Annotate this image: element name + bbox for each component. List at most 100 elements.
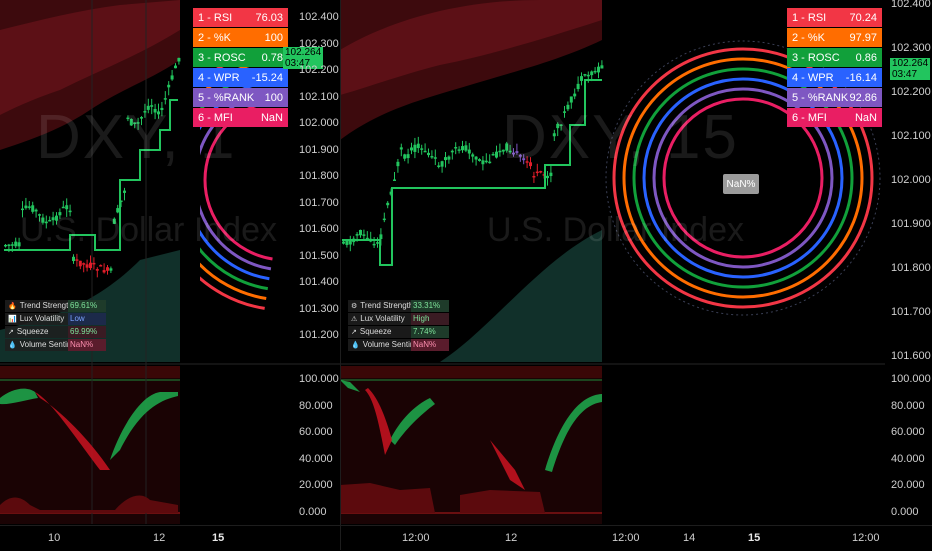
stat-label: Volume Sentiment [362, 340, 411, 349]
oscillator-value: 76.03 [255, 11, 283, 24]
right-chart-pane[interactable]: DXY, 15 U.S. Dollar Index NaN% 1 - RSI 70… [340, 0, 885, 550]
candle-body [109, 268, 113, 271]
oscillator-value: NaN [260, 111, 283, 124]
price-axis-label: 101.700 [299, 196, 339, 209]
price-axis-label: 102.000 [299, 117, 339, 129]
price-axis-label: 101.700 [891, 306, 931, 318]
time-axis-label: 12:00 [612, 532, 640, 544]
stat-name: 📊 Lux Volatility [5, 312, 68, 325]
candle-body [484, 160, 488, 163]
oscillator-value: 97.97 [849, 31, 877, 44]
oscillator-label: 1 - RSI [198, 11, 233, 24]
candle-body [495, 151, 498, 158]
candle-body [345, 240, 349, 245]
candle-body [89, 262, 92, 269]
candle-body [21, 208, 24, 211]
subtitle-watermark: U.S. Dollar Index [20, 211, 277, 249]
candle-body [600, 65, 604, 69]
oscillator-row: 3 - ROSC 0.86 [787, 48, 882, 67]
stat-value: NaN% [411, 338, 449, 351]
osc-axis-label: 100.000 [891, 373, 931, 385]
time-axis[interactable]: 10 12 15 12:00 12 12:00 14 15 12:00 [0, 525, 932, 551]
pane-divider [340, 0, 341, 550]
time-axis-label: 12:00 [402, 532, 430, 544]
center-nan-badge: NaN% [723, 174, 759, 194]
osc-axis-label: 40.000 [299, 452, 333, 465]
droplet-icon: 💧 [351, 341, 360, 349]
candle-body [106, 267, 109, 271]
price-axis-label: 101.900 [299, 143, 339, 156]
candle-body [586, 74, 590, 77]
oscillator-row: 5 - %RANK 92.86 [787, 88, 882, 107]
left-price-axis[interactable]: 102.400 102.300 102.200 102.100 102.000 101.9… [295, 0, 340, 550]
left-chart-canvas[interactable] [0, 0, 340, 550]
oscillator-value: NaN [854, 111, 877, 124]
osc-axis-label: 20.000 [891, 479, 925, 492]
time-axis-label: 12:00 [852, 532, 880, 544]
candle-body [386, 202, 390, 206]
stat-row: 📊 Lux Volatility Low [5, 312, 106, 325]
candle-body [7, 244, 11, 247]
gear-icon: ⚙ [351, 302, 358, 310]
candle-body [362, 234, 366, 236]
warning-icon: ⚠ [351, 315, 358, 323]
price-axis-label: 102.400 [891, 0, 931, 10]
squeeze-icon: ↗ [8, 328, 14, 336]
oscillator-row: 4 - WPR -16.14 [787, 68, 882, 87]
stat-name: 🔥 Trend Strength [5, 299, 68, 312]
oscillator-label: 5 - %RANK [198, 91, 255, 104]
candle-body [65, 205, 69, 210]
candle-body [471, 154, 475, 157]
stat-value: 69.99% [68, 325, 106, 338]
price-axis-label: 102.200 [891, 86, 931, 98]
candle-body [576, 83, 580, 90]
price-axis-label: 101.600 [299, 223, 339, 235]
oscillator-label: 3 - ROSC [792, 51, 840, 64]
stat-row: ⚙ Trend Strength 33.31% [348, 299, 449, 312]
droplet-icon: 💧 [8, 341, 17, 349]
candle-body [167, 84, 171, 88]
price-axis-label: 101.800 [299, 170, 339, 182]
time-axis-label: 14 [683, 532, 696, 544]
candle-body [342, 241, 345, 244]
oscillator-table: 1 - RSI 70.24 2 - %K 97.97 3 - ROSC 0.86 4 - W… [787, 8, 882, 128]
stat-value: Low [68, 312, 106, 325]
candle-body [372, 243, 376, 246]
stat-row: 💧Volume SentimentNaN% [5, 338, 106, 351]
candle-body [406, 154, 410, 159]
oscillator-label: 4 - WPR [792, 71, 834, 84]
candle-body [433, 157, 437, 159]
right-price-axis[interactable]: 102.400 102.300 102.200 102.100 102.000 101.9… [885, 0, 932, 550]
oscillator-value: -15.24 [251, 71, 283, 84]
candle-body [597, 66, 600, 73]
candle-body [546, 175, 549, 179]
osc-axis-label: 0.000 [891, 506, 919, 518]
left-chart-pane[interactable]: DXY, 1 U.S. Dollar Index 1 - RSI 76.03 2 -… [0, 0, 340, 550]
stat-name: ↗ Squeeze [348, 325, 411, 338]
flame-icon: 🔥 [8, 302, 17, 310]
oscillator-row: 1 - RSI 70.24 [787, 8, 882, 27]
candle-body [102, 270, 106, 273]
candle-body [423, 150, 427, 153]
candle-body [580, 76, 583, 81]
price-axis-label: 101.600 [891, 350, 931, 362]
candle-body [61, 206, 65, 209]
candle-body [4, 244, 7, 247]
candle-body [478, 159, 481, 161]
oscillator-row: 6 - MFI NaN [787, 108, 882, 127]
price-axis-label: 101.500 [299, 249, 339, 262]
candle-body [444, 157, 447, 161]
oscillator-row: 5 - %RANK 100 [193, 88, 288, 107]
osc-axis-label: 80.000 [891, 399, 925, 412]
stat-label: Trend Strength [19, 301, 68, 310]
stat-label: Volume Sentiment [19, 340, 68, 349]
candle-body [590, 71, 594, 76]
stat-name: 💧Volume Sentiment [348, 338, 411, 351]
candle-body [177, 57, 181, 62]
oscillator-row: 2 - %K 100 [193, 28, 288, 47]
stat-row: 🔥 Trend Strength 69.61% [5, 299, 106, 312]
price-axis-label: 101.300 [299, 302, 339, 315]
candle-body [498, 150, 502, 153]
last-price-tag: 102.264 03:47 [890, 58, 930, 80]
price-axis-label: 101.400 [299, 276, 339, 288]
